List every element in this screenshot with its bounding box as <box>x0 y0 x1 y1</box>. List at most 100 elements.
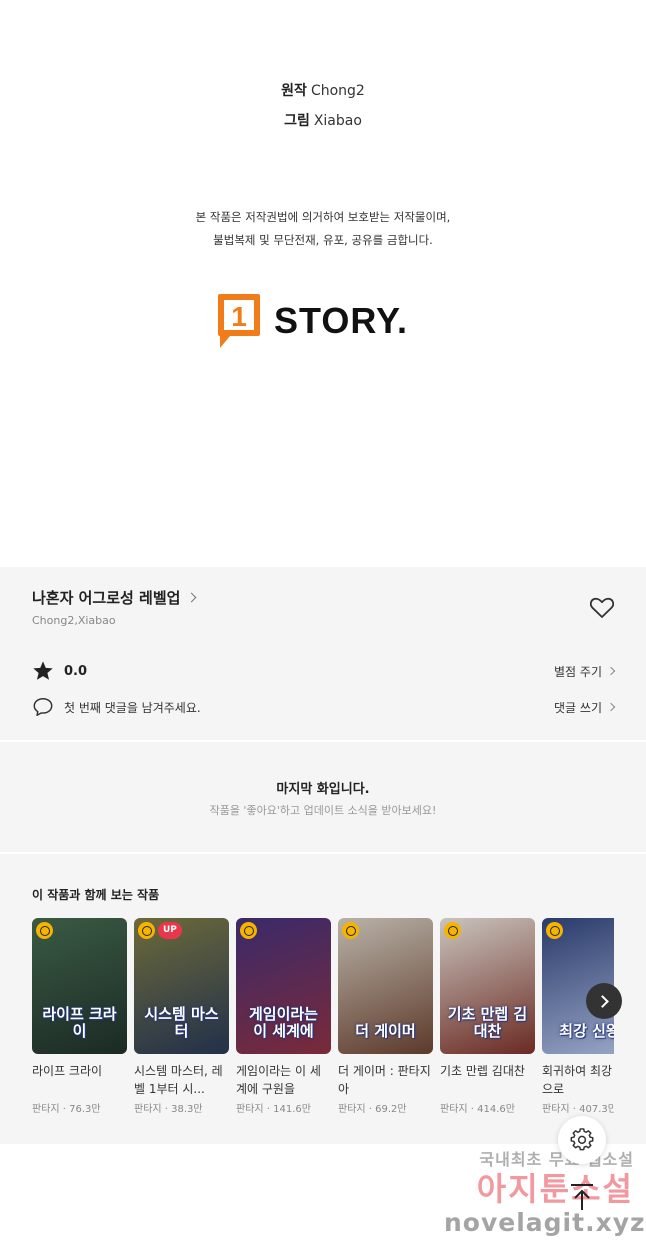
credits: 원작 Chong2 그림 Xiabao <box>0 76 646 136</box>
card-views: 414.6만 <box>477 1104 515 1115</box>
meta-separator: · <box>569 1104 580 1115</box>
cover-title-art: 기초 만렙 김대찬 <box>447 1005 528 1040</box>
settings-button[interactable] <box>558 1116 606 1164</box>
divider <box>0 852 646 854</box>
recommendation-card[interactable]: 기초 만렙 김대찬 기초 만렙 김대찬 판타지 · 414.6만 <box>440 918 535 1115</box>
meta-separator: · <box>59 1104 70 1115</box>
wait-free-clock-icon <box>546 922 563 939</box>
card-title: 게임이라는 이 세계에 구원을 <box>236 1064 321 1096</box>
speech-bubble-icon <box>33 698 53 716</box>
site-watermark: 국내최초 무료 웹소설 아지툰소설 novelagit.xyz <box>444 1146 646 1238</box>
star-icon <box>33 661 53 680</box>
notice-line-1: 본 작품은 저작권법에 의거하여 보호받는 저작물이며, <box>195 210 451 224</box>
chevron-right-icon <box>187 592 197 603</box>
work-title: 나혼자 어그로성 레벨업 <box>32 589 181 607</box>
watermark-line-3: novelagit.xyz <box>444 1208 646 1237</box>
recommendation-card[interactable]: UP 시스템 마스터시스템 마스터, 레벨 1부터 시... 판타지 · 38.3만 <box>134 918 229 1115</box>
comment-row: 첫 번째 댓글을 남겨주세요. 댓글 쓰기 <box>32 694 616 720</box>
card-genre: 판타지 <box>338 1104 366 1115</box>
credit-art: 그림 Xiabao <box>0 106 646 136</box>
watermark-line-2: 아지툰소설 <box>476 1170 634 1208</box>
watermark-line-1: 국내최초 무료 웹소설 <box>479 1150 634 1169</box>
meta-separator: · <box>263 1104 274 1115</box>
card-title: 회귀하여 최강 왕으로 <box>542 1064 614 1096</box>
heart-icon[interactable] <box>589 596 615 620</box>
card-title: 시스템 마스터, 레벨 1부터 시... <box>134 1064 223 1096</box>
notice-line-2: 불법복제 및 무단전재, 유포, 공유를 금합니다. <box>213 233 433 247</box>
wait-free-clock-icon <box>342 922 359 939</box>
card-meta: 판타지 · 414.6만 <box>440 1100 535 1115</box>
recommendations-title: 이 작품과 함께 보는 작품 <box>32 888 160 902</box>
cover-thumbnail: 기초 만렙 김대찬 <box>440 918 535 1054</box>
card-genre: 판타지 <box>134 1104 162 1115</box>
chevron-right-icon <box>596 994 609 1008</box>
gear-icon <box>570 1128 594 1151</box>
up-badge: UP <box>158 922 182 939</box>
wait-free-clock-icon <box>138 922 155 939</box>
wait-free-clock-icon <box>444 922 461 939</box>
card-views: 407.3만 <box>579 1104 614 1115</box>
recommendation-card[interactable]: 더 게이머더 게이머 : 판타지아판타지 · 69.2만 <box>338 918 433 1115</box>
credit-art-value: Xiabao <box>313 113 362 129</box>
credit-original-label: 원작 <box>281 83 307 99</box>
card-genre: 판타지 <box>542 1104 570 1115</box>
cover-title-art: 시스템 마스터 <box>144 1005 219 1040</box>
card-views: 38.3만 <box>171 1104 203 1115</box>
chevron-right-icon <box>606 702 616 712</box>
divider <box>0 740 646 742</box>
comment-prompt: 첫 번째 댓글을 남겨주세요. <box>64 700 201 715</box>
cover-title-art: 게임이라는 이 세계에 <box>248 1005 318 1040</box>
carousel-next-button[interactable] <box>586 983 622 1019</box>
rate-button[interactable]: 별점 주기 <box>554 663 616 680</box>
card-meta: 판타지 · 69.2만 <box>338 1100 433 1115</box>
card-meta: 판타지 · 141.6만 <box>236 1100 331 1115</box>
card-meta: 판타지 · 407.3만 <box>542 1100 614 1115</box>
logo-text: STORY. <box>274 300 409 341</box>
credit-original-value: Chong2 <box>310 83 365 99</box>
meta-separator: · <box>467 1104 478 1115</box>
last-episode-subtitle: 작품을 '좋아요'하고 업데이트 소식을 받아보세요! <box>209 804 437 817</box>
credit-art-label: 그림 <box>284 113 310 129</box>
card-genre: 판타지 <box>32 1104 60 1115</box>
card-title: 기초 만렙 김대찬 <box>440 1064 525 1078</box>
card-title: 더 게이머 : 판타지아 <box>338 1064 431 1096</box>
wait-free-clock-icon <box>36 922 53 939</box>
wait-free-clock-icon <box>240 922 257 939</box>
work-title-link[interactable]: 나혼자 어그로성 레벨업 <box>32 587 197 608</box>
cover-thumbnail: UP 시스템 마스터 <box>134 918 229 1054</box>
card-meta: 판타지 · 38.3만 <box>134 1100 229 1115</box>
rating-row: 0.0 별점 주기 <box>32 658 616 684</box>
cover-thumbnail: 라이프 크라이 <box>32 918 127 1054</box>
logo-mark-text: 1 <box>231 301 247 332</box>
card-title: 라이프 크라이 <box>32 1064 103 1078</box>
rate-button-label: 별점 주기 <box>554 664 602 679</box>
meta-separator: · <box>161 1104 172 1115</box>
card-views: 141.6만 <box>273 1104 311 1115</box>
cover-title-art: 최강 신왕 <box>559 1022 614 1040</box>
recommendation-card[interactable]: 게임이라는 이 세계에게임이라는 이 세계에 구원을판타지 · 141.6만 <box>236 918 331 1115</box>
cover-title-art: 라이프 크라이 <box>42 1005 117 1040</box>
card-meta: 판타지 · 76.3만 <box>32 1100 127 1115</box>
work-authors: Chong2,Xiabao <box>32 614 116 627</box>
card-views: 69.2만 <box>375 1104 407 1115</box>
cover-thumbnail: 더 게이머 <box>338 918 433 1054</box>
chevron-right-icon <box>606 666 616 676</box>
logo-mark-icon: 1 <box>218 294 260 348</box>
recommendations-carousel: 라이프 크라이 라이프 크라이 판타지 · 76.3만 UP 시스템 마스터 시스템 마스… <box>32 918 614 1128</box>
cover-thumbnail: 게임이라는 이 세계에 <box>236 918 331 1054</box>
meta-separator: · <box>365 1104 376 1115</box>
scroll-top-icon[interactable] <box>568 1182 596 1212</box>
credit-original: 원작 Chong2 <box>0 76 646 106</box>
publisher-logo: 1 STORY. <box>218 293 438 349</box>
viewer-page: 원작 Chong2 그림 Xiabao 본 작품은 저작권법에 의거하여 보호받는 … <box>0 0 646 1260</box>
copyright-notice: 본 작품은 저작권법에 의거하여 보호받는 저작물이며, 불법복제 및 무단전재… <box>0 206 646 252</box>
card-genre: 판타지 <box>236 1104 264 1115</box>
last-episode-title: 마지막 화입니다. <box>276 782 370 797</box>
recommendation-card[interactable]: 라이프 크라이 라이프 크라이 판타지 · 76.3만 <box>32 918 127 1115</box>
card-views: 76.3만 <box>69 1104 101 1115</box>
cover-title-art: 더 게이머 <box>355 1022 416 1040</box>
write-comment-button[interactable]: 댓글 쓰기 <box>554 699 616 716</box>
rating-value: 0.0 <box>64 663 88 679</box>
card-genre: 판타지 <box>440 1104 468 1115</box>
write-comment-label: 댓글 쓰기 <box>554 700 602 715</box>
